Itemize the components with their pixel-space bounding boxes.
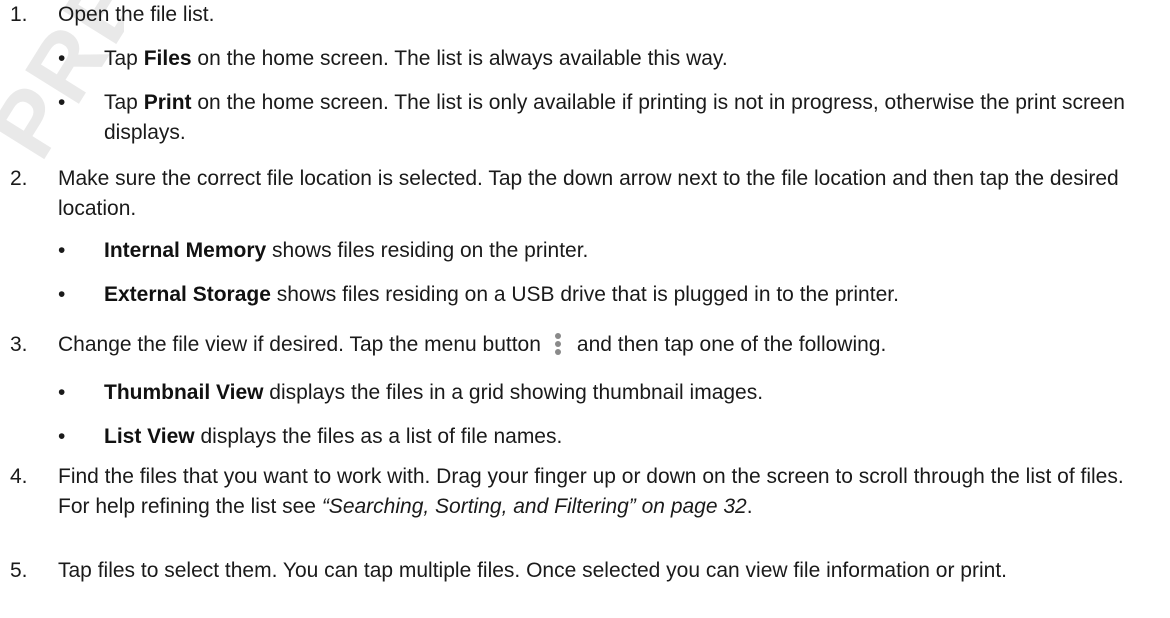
bullet-marker: • [58,239,66,262]
bullet-keyword: Files [143,47,192,70]
list-item: • Tap Files on the home screen. The list… [58,44,1156,74]
bullet-keyword: Thumbnail View [104,381,264,404]
bullet-text: shows files residing on a USB drive that… [270,283,899,306]
bullet-text: shows files residing on the printer. [266,239,589,262]
bullet-marker: • [58,283,66,306]
list-item: • External Storage shows files residing … [58,280,1156,310]
step-number: 3. [10,333,28,356]
step-number: 2. [10,167,28,190]
bullet-keyword: Print [143,91,192,114]
bullet-marker: • [58,91,66,114]
list-item: • List View displays the files as a list… [58,422,1156,452]
bullet-marker: • [58,425,66,448]
bullet-keyword: External Storage [104,283,271,306]
step-3: 3. Change the file view if desired. Tap … [0,330,1170,360]
step-3-bullets-2: • List View displays the files as a list… [58,422,1156,452]
step-4: 4. Find the files that you want to work … [0,462,1170,522]
bullet-marker: • [58,47,66,70]
step-text: Make sure the correct file location is s… [58,167,1119,220]
step-1-bullets-2: • Tap Print on the home screen. The list… [58,88,1156,148]
bullet-text: on the home screen. The list is only ava… [104,91,1125,144]
cross-reference-link[interactable]: “Searching, Sorting, and Filtering” on p… [322,495,747,518]
step-text: Change the file view if desired. Tap the… [58,333,541,356]
vertical-dots-menu-icon [553,333,563,355]
step-number: 5. [10,559,28,582]
step-2-bullets-2: • External Storage shows files residing … [58,280,1156,310]
bullet-prefix: Tap [104,91,144,114]
step-2-bullets: • Internal Memory shows files residing o… [58,236,1156,266]
step-text: Open the file list. [58,3,215,26]
list-item: • Tap Print on the home screen. The list… [58,88,1156,148]
bullet-text: displays the files as a list of file nam… [194,425,563,448]
step-5: 5. Tap files to select them. You can tap… [0,556,1170,586]
step-text-continued: and then tap one of the following. [576,333,887,356]
step-text-end: . [746,495,753,518]
step-1-bullets: • Tap Files on the home screen. The list… [58,44,1156,74]
list-item: • Thumbnail View displays the files in a… [58,378,1156,408]
bullet-text: on the home screen. The list is always a… [191,47,728,70]
bullet-prefix: Tap [104,47,144,70]
step-1: 1. Open the file list. [0,0,1170,30]
bullet-keyword: List View [104,425,195,448]
step-2: 2. Make sure the correct file location i… [0,164,1170,224]
step-number: 1. [10,3,28,26]
step-3-bullets: • Thumbnail View displays the files in a… [58,378,1156,408]
bullet-text: displays the files in a grid showing thu… [263,381,764,404]
bullet-marker: • [58,381,66,404]
bullet-keyword: Internal Memory [104,239,267,262]
step-number: 4. [10,465,28,488]
list-item: • Internal Memory shows files residing o… [58,236,1156,266]
step-text: Tap files to select them. You can tap mu… [58,559,1007,582]
